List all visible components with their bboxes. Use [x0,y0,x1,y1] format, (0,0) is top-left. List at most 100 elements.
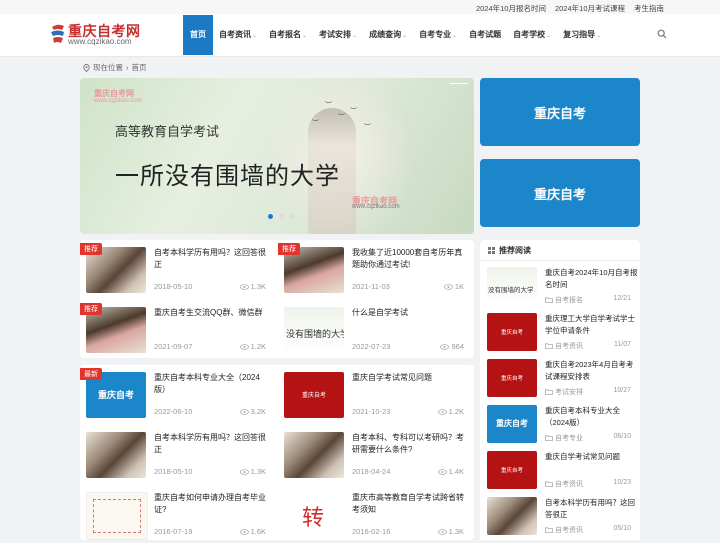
sidebar-item-title[interactable]: 重庆自学考试常见问题 [545,451,639,463]
sidebar-item-category[interactable]: 自考报名 [545,295,583,305]
category-label: 自考专业 [555,435,583,442]
eye-icon [239,408,249,415]
article-title[interactable]: 自考本科、专科可以考研吗？考研需要什么条件? [352,432,464,456]
nav-item-6[interactable]: 自考试题 [463,15,507,55]
nav-item-3[interactable]: 考试安排⌄ [313,15,363,55]
article-tag: 推荐 [80,243,102,255]
article-card[interactable]: 转 重庆市高等教育自学考试跨省转考须知 2016-02-16 1.3K [278,485,468,543]
slider-dots [268,214,295,219]
article-title[interactable]: 重庆自学考试常见问题 [352,372,464,384]
sidebar-item-category[interactable]: 自考资讯 [545,525,583,535]
nav-item-label: 首页 [190,30,206,39]
article-title[interactable]: 自考本科学历有用吗？这回答很正 [154,432,266,456]
chevron-down-icon: ⌄ [352,33,358,39]
top-link-registration[interactable]: 2024年10月报名时间 [476,3,546,14]
article-card[interactable]: 重庆自考 重庆自学考试常见问题 2021-10-23 1.2K [278,365,468,423]
location-pin-icon [83,63,90,72]
sidebar-heading: 推荐阅读 [488,245,531,256]
ad-box-1[interactable]: 重庆自考 [480,78,640,146]
slider-dot[interactable] [290,214,295,219]
article-thumbnail[interactable] [86,432,146,478]
thumbnail-text: 没有围墙的大学 [488,286,534,294]
breadcrumb-current[interactable]: 首页 [132,62,147,73]
nav-item-8[interactable]: 复习指导⌄ [557,15,607,55]
top-link-courses[interactable]: 2024年10月考试课程 [555,3,625,14]
nav-item-0[interactable]: 首页 [183,15,213,55]
article-card[interactable]: 自考本科、专科可以考研吗？考研需要什么条件? 2018-04-24 1.4K [278,425,468,483]
article-title[interactable]: 重庆自考生交流QQ群、微信群 [154,307,266,319]
banner-watermark-bottom-domain: www.cqzikao.com [352,204,400,210]
nav-item-7[interactable]: 自考学校⌄ [507,15,557,55]
sidebar-item-title[interactable]: 重庆自考2023年4月自考考试课程安排表 [545,359,639,383]
category-label: 考试安排 [555,389,583,396]
folder-icon [545,527,553,533]
article-title[interactable]: 重庆市高等教育自学考试跨省转考须知 [352,492,464,516]
sidebar-thumbnail[interactable]: 重庆自考 [487,451,537,489]
sidebar-thumbnail[interactable]: 重庆自考 [487,313,537,351]
banner-subtitle: 高等教育自学考试 [115,125,220,140]
article-views: 964 [440,342,464,351]
sidebar-item-category[interactable]: 自考资讯 [545,341,583,351]
article-title[interactable]: 我收集了近10000套自考历年真题助你通过考试! [352,247,464,271]
slider-dot[interactable] [279,214,284,219]
article-card[interactable]: 重庆自考如何申请办理自考毕业证? 2016-07-19 1.6K [80,485,270,543]
sidebar-item-category[interactable]: 自考专业 [545,433,583,443]
sidebar-thumbnail[interactable]: 重庆自考 [487,405,537,443]
sidebar-item-title[interactable]: 重庆自考2024年10月自考报名时间 [545,267,639,291]
article-thumbnail[interactable]: 转 [284,492,344,538]
chevron-down-icon: ⌄ [452,33,458,39]
article-views: 1.3K [239,467,266,476]
nav-item-2[interactable]: 自考报名⌄ [263,15,313,55]
sidebar-item[interactable]: 重庆自考 重庆自考2023年4月自考考试课程安排表 考试安排 10/27 [487,359,637,399]
nav-item-1[interactable]: 自考资讯⌄ [213,15,263,55]
eye-icon [443,283,453,290]
slider-dot[interactable] [268,214,273,219]
nav-item-4[interactable]: 成绩查询⌄ [363,15,413,55]
article-title[interactable]: 自考本科学历有用吗？这回答很正 [154,247,266,271]
sidebar-thumbnail[interactable]: 重庆自考 [487,359,537,397]
nav-item-5[interactable]: 自考专业⌄ [413,15,463,55]
sidebar-item-title[interactable]: 自考本科学历有用吗？这回答很正 [545,497,639,521]
folder-icon [545,343,553,349]
article-thumbnail[interactable] [86,492,148,540]
sidebar-item[interactable]: 自考本科学历有用吗？这回答很正 自考资讯 05/10 [487,497,637,537]
article-card[interactable]: 重庆自考 最新 重庆自考本科专业大全（2024版） 2022-06-10 3.2K [80,365,270,423]
nav-item-label: 自考报名 [269,30,302,39]
article-title[interactable]: 重庆自考如何申请办理自考毕业证? [154,492,266,516]
article-thumbnail[interactable] [284,432,344,478]
sidebar-item-category[interactable]: 自考资讯 [545,479,583,489]
site-logo[interactable]: 重庆自考网 www.cqzikao.com [50,21,155,49]
sidebar-thumbnail[interactable]: 没有围墙的大学 [487,267,537,305]
sidebar-item[interactable]: 重庆自考 重庆理工大学自学考试学士学位申请条件 自考资讯 11/07 [487,313,637,353]
sidebar-divider [480,260,640,261]
article-card[interactable]: 没有围墙的大学 什么是自学考试 2022-07-23 964 [278,300,468,358]
sidebar-item[interactable]: 重庆自考 重庆自考本科专业大全（2024版） 自考专业 06/10 [487,405,637,445]
article-card[interactable]: 自考本科学历有用吗？这回答很正 2018-05-10 1.3K [80,425,270,483]
sidebar-thumbnail[interactable] [487,497,537,535]
nav-item-label: 自考资讯 [219,30,251,39]
article-views: 1K [443,282,464,291]
chevron-down-icon: ⌄ [302,33,308,39]
article-card[interactable]: 推荐 自考本科学历有用吗？这回答很正 2018-05-10 1.3K [80,240,270,298]
sidebar-item[interactable]: 没有围墙的大学 重庆自考2024年10月自考报名时间 自考报名 12/21 [487,267,639,307]
sidebar-item-title[interactable]: 重庆理工大学自学考试学士学位申请条件 [545,313,639,337]
top-link-guide[interactable]: 考生指南 [634,3,664,14]
article-date: 2018-05-10 [154,467,193,476]
article-thumbnail[interactable]: 重庆自考 [284,372,344,418]
article-card[interactable]: 推荐 重庆自考生交流QQ群、微信群 2021-09-07 1.2K [80,300,270,358]
ad-box-2[interactable]: 重庆自考 [480,159,640,227]
search-icon[interactable] [657,29,667,39]
sidebar-item-category[interactable]: 考试安排 [545,387,583,397]
article-title[interactable]: 什么是自学考试 [352,307,464,319]
sidebar-item[interactable]: 重庆自考 重庆自学考试常见问题 自考资讯 10/23 [487,451,637,491]
article-card[interactable]: 推荐 我收集了近10000套自考历年真题助你通过考试! 2021-11-03 1K [278,240,468,298]
nav-item-label: 成绩查询 [369,30,402,39]
article-thumbnail[interactable]: 没有围墙的大学 [284,307,344,353]
sidebar-item-title[interactable]: 重庆自考本科专业大全（2024版） [545,405,639,429]
hero-banner[interactable]: ︶ ︶ ︶ ︶ ︶ 重庆自考网 www.cqzikao.com 高等教育自学考试… [80,78,474,234]
bird-icon: ︶ [338,114,345,121]
eye-icon [440,343,450,350]
category-label: 自考资讯 [555,527,583,534]
article-title[interactable]: 重庆自考本科专业大全（2024版） [154,372,266,396]
category-label: 自考报名 [555,297,583,304]
